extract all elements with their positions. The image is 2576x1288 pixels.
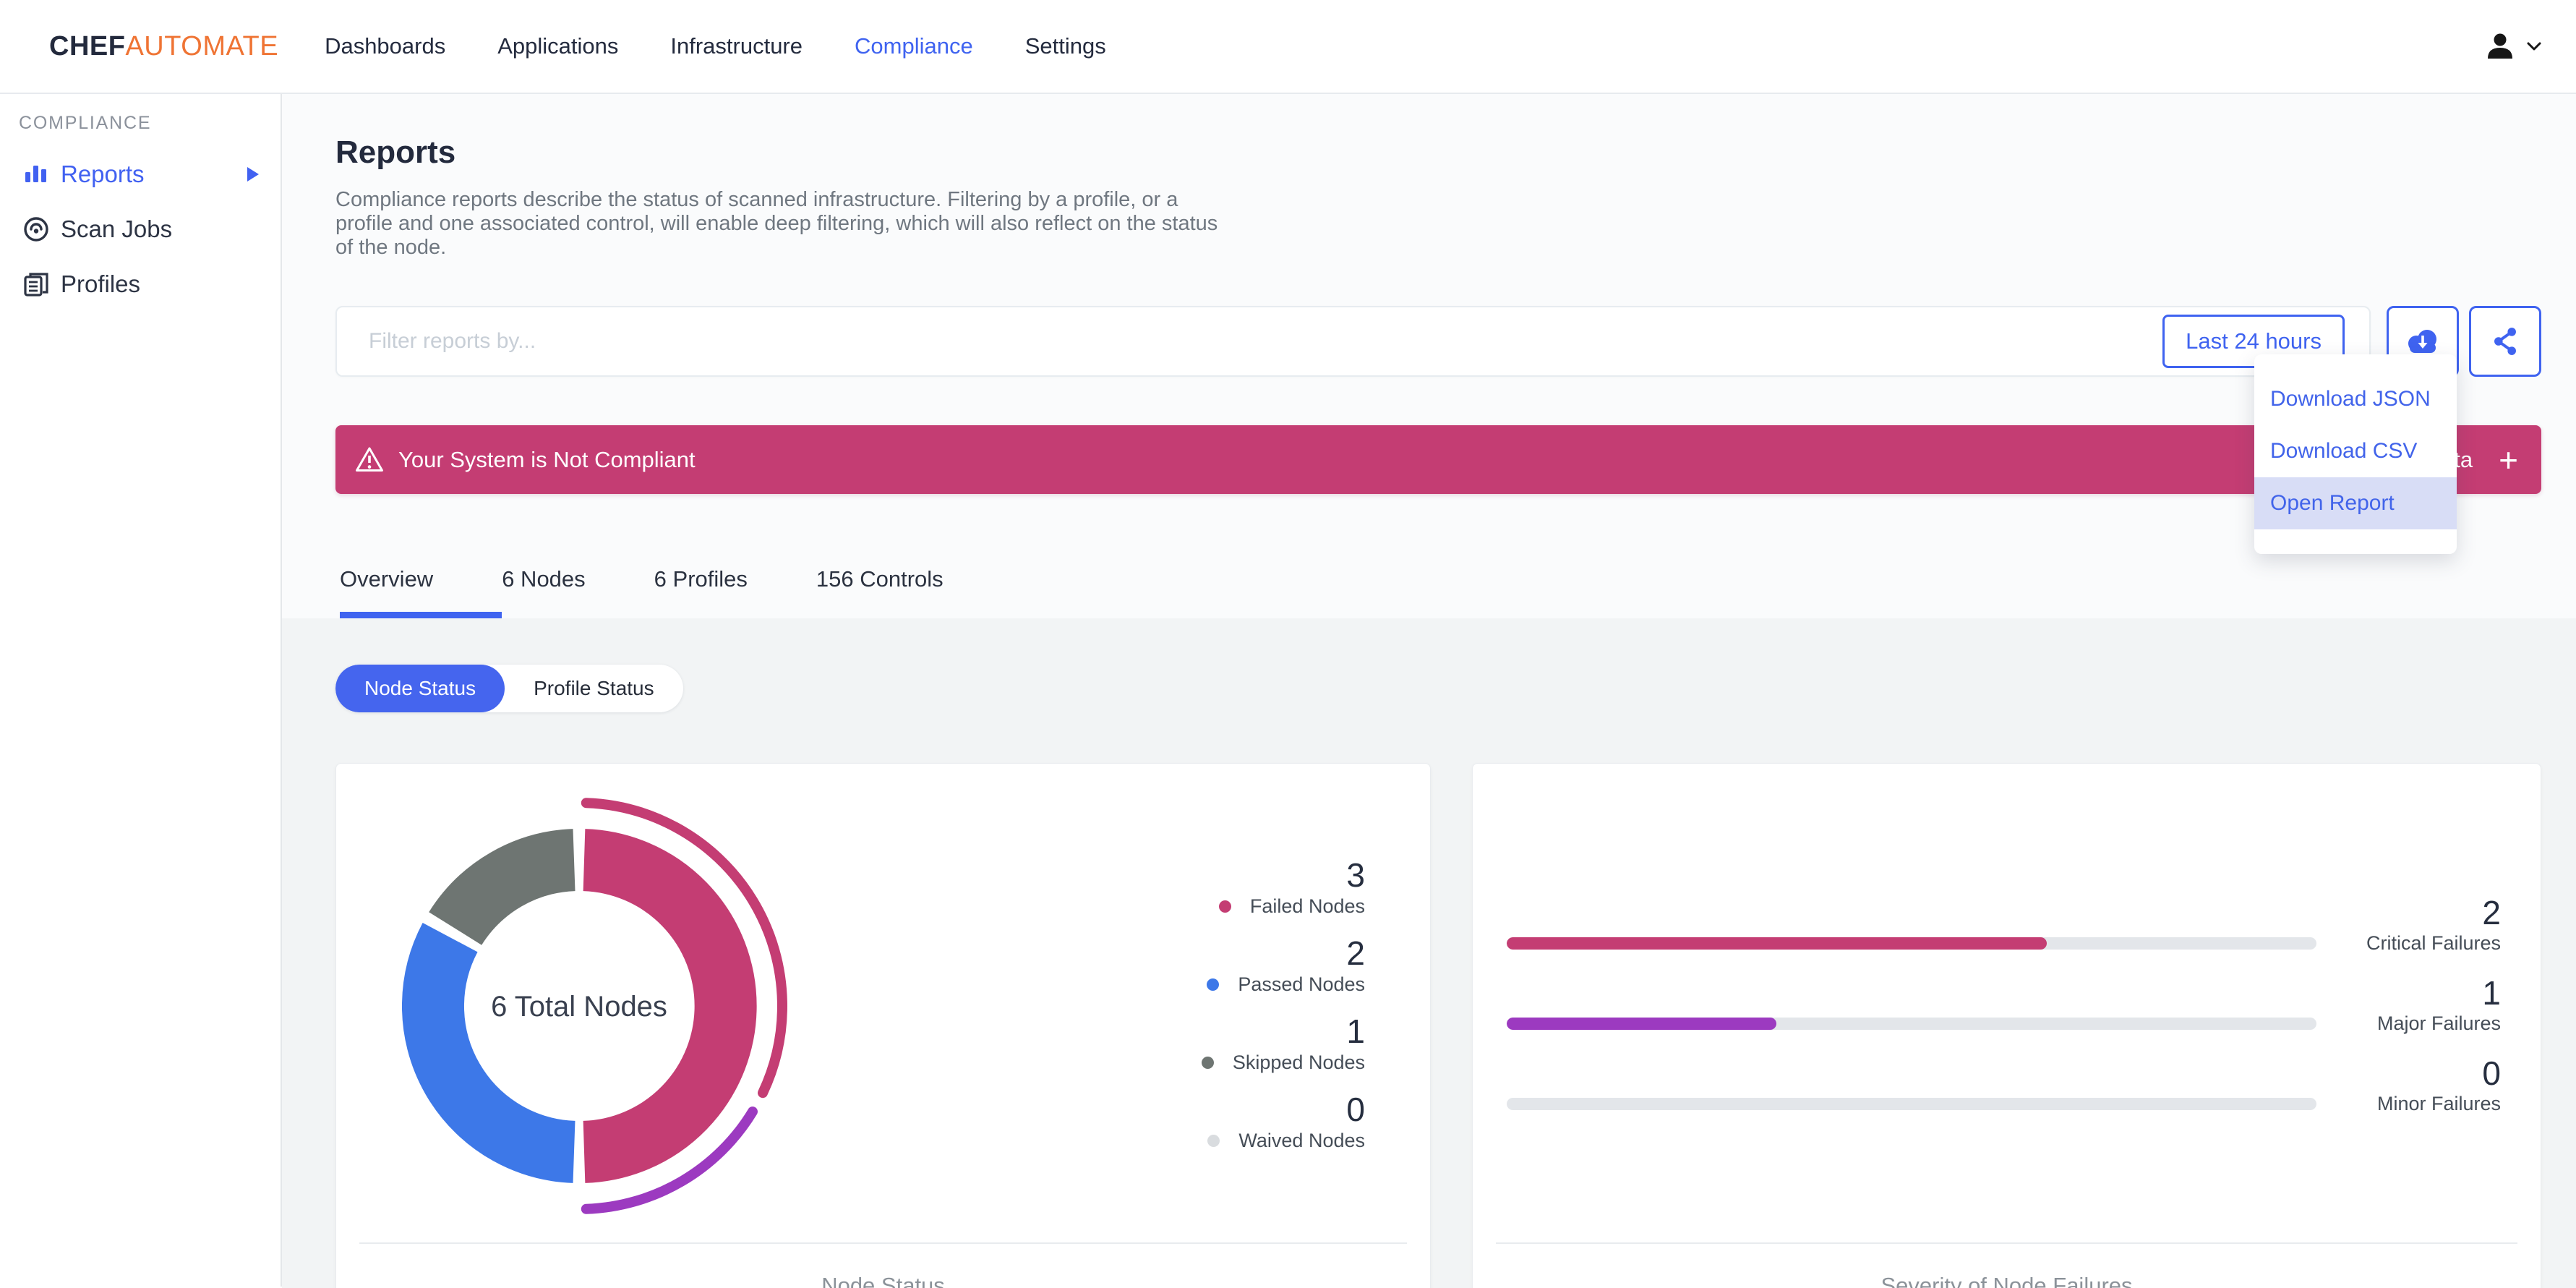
status-toggle: Node Status Profile Status [335, 665, 683, 712]
legend-skipped-nodes: 1 Skipped Nodes [1201, 1012, 1365, 1075]
sidebar-section-label: COMPLIANCE [19, 113, 152, 133]
severity-bars: 2 Critical Failures 1 Major Failures 0 M… [1473, 764, 2541, 1116]
severity-row-critical: 2 Critical Failures [1507, 894, 2501, 955]
legend-value: 1 [1346, 1012, 1365, 1050]
plus-icon[interactable]: + [2499, 443, 2518, 477]
tab-profiles[interactable]: 6 Profiles [654, 566, 816, 618]
severity-row-minor: 0 Minor Failures [1507, 1054, 2501, 1116]
legend-label: Waived Nodes [1238, 1129, 1365, 1151]
tab-nodes[interactable]: 6 Nodes [502, 566, 654, 618]
compliance-sidebar: COMPLIANCE Reports Scan Jobs Profiles [0, 94, 282, 1287]
waived-dot-icon [1207, 1134, 1220, 1147]
passed-dot-icon [1207, 978, 1220, 991]
severity-row-major: 1 Major Failures [1507, 974, 2501, 1036]
logo-chef: CHEF [49, 30, 126, 61]
skipped-dot-icon [1201, 1056, 1214, 1069]
major-failures-label: Major Failures [2376, 1012, 2501, 1034]
critical-failures-label: Critical Failures [2366, 932, 2501, 954]
donut-legend: 3 Failed Nodes 2 Passed Nodes 1 Skipped … [1201, 856, 1365, 1169]
banner-message: Your System is Not Compliant [398, 446, 696, 472]
bar-chart-icon [22, 162, 51, 187]
filter-container: Last 24 hours [335, 306, 2371, 377]
major-failures-bar [1507, 1018, 2316, 1030]
sidebar-item-reports[interactable]: Reports [17, 147, 281, 202]
node-status-card: 6 Total Nodes 3 Failed Nodes 2 Passed No… [335, 763, 1431, 1288]
menu-item-download-json[interactable]: Download JSON [2254, 373, 2457, 425]
sidebar-item-label: Scan Jobs [61, 216, 173, 242]
legend-passed-nodes: 2 Passed Nodes [1202, 934, 1365, 997]
share-report-button[interactable] [2469, 306, 2541, 377]
legend-value: 0 [1346, 1091, 1365, 1128]
legend-waived-nodes: 0 Waived Nodes [1202, 1091, 1365, 1153]
minor-failures-label: Minor Failures [2376, 1093, 2501, 1114]
scanner-icon [22, 216, 51, 243]
nav-infrastructure[interactable]: Infrastructure [670, 33, 803, 59]
nav-settings[interactable]: Settings [1025, 33, 1106, 59]
sidebar-item-profiles[interactable]: Profiles [17, 257, 281, 312]
nav-dashboards[interactable]: Dashboards [325, 33, 445, 59]
critical-failures-value: 2 [2482, 894, 2501, 931]
minor-failures-bar [1507, 1098, 2316, 1110]
cloud-download-icon [2403, 327, 2442, 356]
critical-failures-bar [1507, 937, 2316, 950]
tab-controls[interactable]: 156 Controls [816, 566, 1012, 618]
major-failures-value: 1 [2482, 974, 2501, 1012]
chef-automate-logo[interactable]: CHEF AUTOMATE [49, 31, 278, 62]
nav-applications[interactable]: Applications [497, 33, 618, 59]
sidebar-item-label: Reports [61, 161, 145, 187]
chevron-down-icon [2527, 42, 2541, 51]
download-menu: Download JSON Download CSV Open Report [2254, 354, 2457, 554]
page-title: Reports [335, 135, 456, 170]
page-description: Compliance reports describe the status o… [335, 188, 1218, 259]
filter-toolbar: Last 24 hours [335, 306, 2541, 377]
legend-label: Passed Nodes [1238, 973, 1365, 995]
logo-automate: AUTOMATE [125, 30, 279, 61]
compliance-status-banner: Your System is Not Compliant ta + [335, 425, 2541, 494]
legend-label: Skipped Nodes [1232, 1051, 1365, 1073]
chevron-right-icon [247, 167, 259, 182]
sidebar-item-scan-jobs[interactable]: Scan Jobs [17, 202, 281, 257]
main-nav: Dashboards Applications Infrastructure C… [325, 33, 1106, 59]
menu-item-open-report[interactable]: Open Report [2254, 477, 2457, 529]
warning-triangle-icon [355, 446, 384, 473]
legend-label: Failed Nodes [1249, 895, 1365, 917]
user-avatar-icon [2485, 31, 2515, 61]
failed-dot-icon [1218, 900, 1231, 913]
toggle-profile-status[interactable]: Profile Status [505, 665, 683, 712]
severity-card: 2 Critical Failures 1 Major Failures 0 M… [1472, 763, 2541, 1288]
node-status-caption: Node Status [821, 1273, 945, 1288]
tab-overview[interactable]: Overview [340, 566, 502, 618]
toggle-node-status[interactable]: Node Status [335, 665, 505, 712]
legend-value: 3 [1346, 856, 1365, 894]
user-menu[interactable] [2485, 31, 2547, 61]
sidebar-item-label: Profiles [61, 270, 141, 297]
menu-item-download-csv[interactable]: Download CSV [2254, 425, 2457, 477]
top-navigation: CHEF AUTOMATE Dashboards Applications Inf… [0, 0, 2576, 94]
nav-compliance[interactable]: Compliance [855, 33, 973, 59]
filter-reports-input[interactable] [337, 329, 2163, 354]
share-icon [2490, 326, 2520, 357]
banner-trailing-text: ta [2454, 446, 2473, 472]
minor-failures-value: 0 [2482, 1054, 2501, 1092]
report-tabs: Overview 6 Nodes 6 Profiles 156 Controls [340, 566, 2541, 618]
donut-center-label: 6 Total Nodes [491, 991, 667, 1023]
legend-failed-nodes: 3 Failed Nodes [1202, 856, 1365, 918]
legend-value: 2 [1346, 934, 1365, 972]
node-status-donut-chart: 6 Total Nodes [402, 798, 787, 1214]
documents-icon [22, 271, 51, 297]
severity-caption: Severity of Node Failures [1880, 1273, 2133, 1288]
